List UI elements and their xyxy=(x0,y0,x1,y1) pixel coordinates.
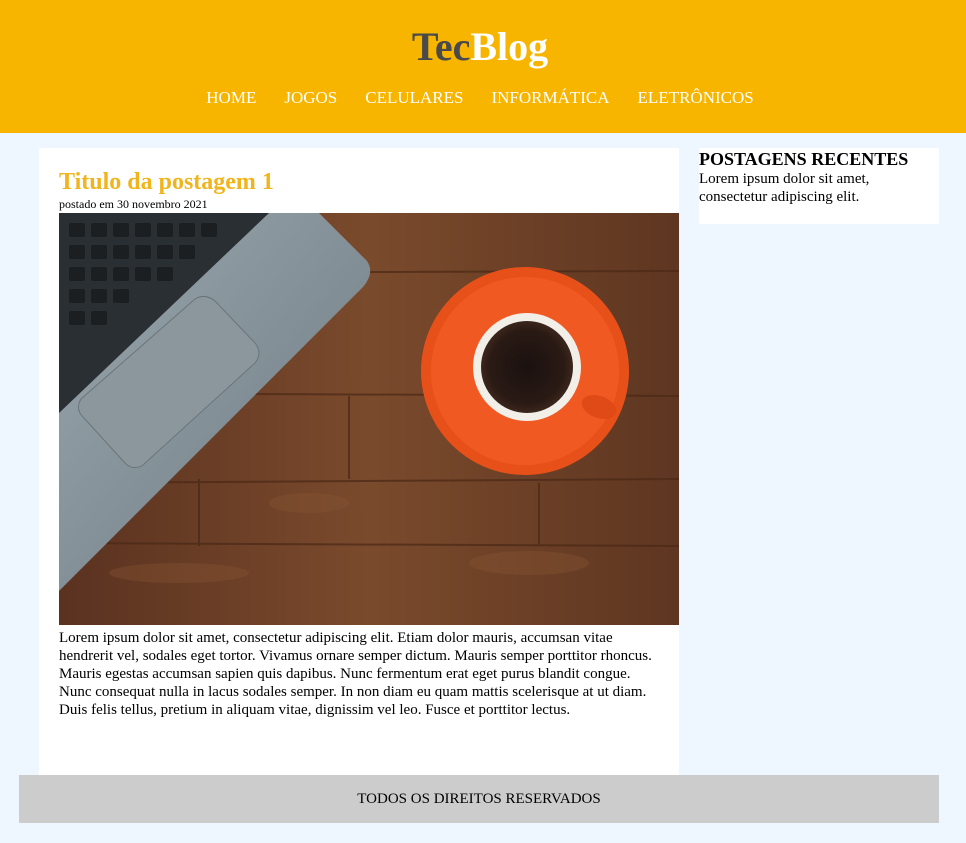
sidebar-recent-posts: POSTAGENS RECENTES Lorem ipsum dolor sit… xyxy=(699,148,939,224)
site-logo[interactable]: TecBlog xyxy=(0,24,960,70)
sidebar-text: Lorem ipsum dolor sit amet, consectetur … xyxy=(699,171,870,205)
site-header: TecBlog HOME JOGOS CELULARES INFORMÁTICA… xyxy=(0,0,966,133)
nav-informatica[interactable]: INFORMÁTICA xyxy=(491,88,609,108)
post-card: Titulo da postagem 1 postado em 30 novem… xyxy=(39,148,679,788)
post-body: Lorem ipsum dolor sit amet, consectetur … xyxy=(59,630,652,718)
nav-jogos[interactable]: JOGOS xyxy=(284,88,337,108)
post-date: postado em 30 novembro 2021 xyxy=(59,197,208,211)
nav-eletronicos[interactable]: ELETRÔNICOS xyxy=(638,88,754,108)
nav-home[interactable]: HOME xyxy=(206,88,256,108)
post-title[interactable]: Titulo da postagem 1 xyxy=(59,168,274,196)
site-footer: TODOS OS DIREITOS RESERVADOS xyxy=(19,775,939,823)
sidebar-title: POSTAGENS RECENTES xyxy=(699,149,909,169)
nav-celulares[interactable]: CELULARES xyxy=(365,88,463,108)
logo-blog: Blog xyxy=(470,24,549,69)
logo-tec: Tec xyxy=(411,24,471,69)
main-nav: HOME JOGOS CELULARES INFORMÁTICA ELETRÔN… xyxy=(0,88,960,108)
post-image xyxy=(59,213,679,625)
